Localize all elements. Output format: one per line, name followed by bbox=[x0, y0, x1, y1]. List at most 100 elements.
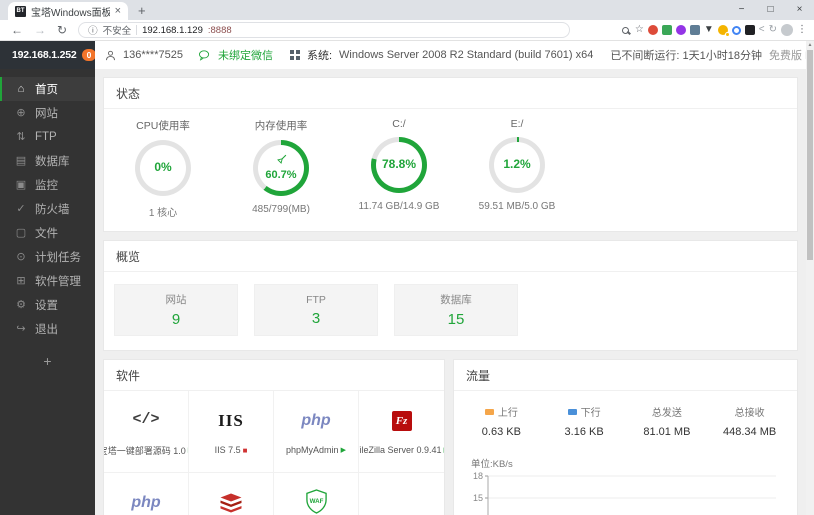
new-tab-button[interactable]: + bbox=[138, 4, 146, 17]
browser-window: BT 宝塔Windows面板 × + − □ × ← → ↻ ⓘ 不安全 192… bbox=[0, 0, 814, 515]
traffic-stat-总接收: 总接收 448.34 MB bbox=[708, 404, 791, 438]
sidebar-item-防火墙[interactable]: ✓ 防火墙 bbox=[0, 197, 95, 221]
server-selector[interactable]: 192.168.1.252 0 bbox=[0, 41, 97, 69]
profile-avatar[interactable] bbox=[781, 24, 793, 36]
overview-box-网站[interactable]: 网站 9 bbox=[114, 284, 238, 336]
gauge-percent: 78.8% bbox=[381, 157, 417, 172]
system-value: Windows Server 2008 R2 Standard (build 7… bbox=[339, 49, 594, 61]
traffic-stat-label: 总发送 bbox=[652, 404, 682, 419]
sidebar-item-label: FTP bbox=[35, 131, 57, 143]
overview-label: FTP bbox=[306, 293, 326, 306]
bt-panel: 192.168.1.252 0 ⌂ 首页 ⊕ 网站 ⇅ FTP ▤ 数据库 ▣ 监控 ✓ 防火墙 ▢ 文件… bbox=[0, 41, 814, 515]
software-item-IIS 7.5[interactable]: IIS IIS 7.5 ■ bbox=[189, 391, 274, 473]
toolbar-extensions: ☆ ▼ < ↻ ⋮ bbox=[621, 24, 814, 37]
software-item-phpMyAdmin[interactable]: php phpMyAdmin ▶ bbox=[274, 391, 359, 473]
stopped-square-icon: ■ bbox=[242, 445, 248, 455]
scrollbar-thumb[interactable] bbox=[807, 50, 813, 260]
traffic-stat-value: 448.34 MB bbox=[723, 426, 777, 438]
software-item-PHP-5.2[interactable]: phpPHP-5.2 ▶ bbox=[104, 473, 189, 515]
extension-purple-icon[interactable] bbox=[675, 25, 686, 35]
sidebar-item-label: 数据库 bbox=[35, 156, 70, 168]
extension-funnel-icon[interactable]: ▼ bbox=[704, 25, 714, 35]
url-port: :8888 bbox=[207, 24, 232, 36]
sidebar: 192.168.1.252 0 ⌂ 首页 ⊕ 网站 ⇅ FTP ▤ 数据库 ▣ 监控 ✓ 防火墙 ▢ 文件… bbox=[0, 41, 97, 515]
reload-icon[interactable]: ↻ bbox=[57, 24, 67, 36]
server-ip: 192.168.1.252 bbox=[12, 49, 77, 61]
sidebar-item-FTP[interactable]: ⇅ FTP bbox=[0, 125, 95, 149]
software-icon-zone: php bbox=[301, 408, 330, 434]
browser-tabstrip: BT 宝塔Windows面板 × + − □ × bbox=[0, 0, 814, 20]
software-icon-zone: </> bbox=[132, 407, 159, 433]
gauge-percent: 1.2% bbox=[503, 157, 531, 172]
extension-adblock-icon[interactable] bbox=[647, 25, 658, 35]
gauge-label: 内存使用率 bbox=[254, 120, 308, 132]
sidebar-item-网站[interactable]: ⊕ 网站 bbox=[0, 101, 95, 125]
sidebar-item-label: 设置 bbox=[35, 300, 58, 312]
legend-swatch bbox=[484, 408, 494, 415]
wechat-status[interactable]: 未绑定微信 bbox=[218, 47, 273, 63]
sidebar-item-label: 网站 bbox=[35, 108, 58, 120]
clean-broom-icon bbox=[276, 155, 286, 165]
sidebar-item-label: 软件管理 bbox=[35, 276, 81, 288]
scrollbar-up-icon[interactable]: ▲ bbox=[806, 41, 814, 49]
collapse-chevron-icon[interactable]: < bbox=[759, 25, 765, 35]
extension-orange-icon[interactable] bbox=[717, 25, 730, 37]
sync-icon[interactable]: ↻ bbox=[769, 25, 777, 35]
traffic-chart: 1815129630 bbox=[473, 471, 776, 515]
gauge-value: 0% bbox=[140, 145, 186, 191]
gauge-ring: 60.7% bbox=[253, 140, 309, 196]
overview-box-数据库[interactable]: 数据库 15 bbox=[394, 284, 518, 336]
sidebar-item-label: 计划任务 bbox=[35, 252, 81, 264]
sidebar-add-button[interactable]: + bbox=[0, 353, 95, 369]
sidebar-item-文件[interactable]: ▢ 文件 bbox=[0, 221, 95, 245]
tab-close-icon[interactable]: × bbox=[115, 5, 121, 17]
user-phone[interactable]: 136****7525 bbox=[123, 49, 183, 61]
svg-text:18: 18 bbox=[473, 472, 483, 481]
gauge-sub: 59.51 MB/5.0 GB bbox=[478, 201, 556, 212]
traffic-stat-总发送: 总发送 81.01 MB bbox=[626, 404, 709, 438]
traffic-stat-下行: 下行 3.16 KB bbox=[543, 404, 626, 438]
software-item-FileZilla Server 0.9.41[interactable]: Fz FileZilla Server 0.9.41 ▶ bbox=[359, 391, 444, 473]
extension-dark-icon[interactable] bbox=[744, 25, 755, 35]
browser-tab[interactable]: BT 宝塔Windows面板 × bbox=[8, 2, 128, 20]
code-icon: </> bbox=[132, 411, 160, 428]
info-icon[interactable]: ⓘ bbox=[88, 23, 98, 37]
sidebar-item-label: 监控 bbox=[35, 180, 58, 192]
close-button[interactable]: × bbox=[785, 0, 814, 19]
extension-orange-icon-badge bbox=[724, 32, 730, 37]
gauge-percent: 60.7% bbox=[265, 169, 297, 181]
logout-icon: ↪ bbox=[16, 322, 26, 335]
sidebar-item-设置[interactable]: ⚙ 设置 bbox=[0, 293, 95, 317]
gauge-sub: 1 核心 bbox=[148, 208, 178, 219]
sidebar-item-退出[interactable]: ↪ 退出 bbox=[0, 317, 95, 341]
maximize-button[interactable]: □ bbox=[756, 0, 785, 19]
menu-kebab-icon[interactable]: ⋮ bbox=[797, 25, 807, 35]
sidebar-item-计划任务[interactable]: ⊙ 计划任务 bbox=[0, 245, 95, 269]
sidebar-item-首页[interactable]: ⌂ 首页 bbox=[0, 77, 95, 101]
legend-swatch bbox=[567, 408, 577, 415]
extension-slate-icon[interactable] bbox=[689, 25, 700, 35]
overview-box-FTP[interactable]: FTP 3 bbox=[254, 284, 378, 336]
php-icon: php bbox=[301, 412, 331, 429]
extension-green-icon[interactable] bbox=[661, 25, 672, 35]
address-bar[interactable]: ⓘ 不安全 192.168.1.129:8888 bbox=[78, 22, 571, 38]
bookmark-star-icon[interactable]: ☆ bbox=[635, 25, 644, 35]
back-icon[interactable]: ← bbox=[11, 24, 23, 36]
extension-blue-ring-icon[interactable] bbox=[731, 25, 741, 35]
sidebar-item-软件管理[interactable]: ⊞ 软件管理 bbox=[0, 269, 95, 293]
forward-icon[interactable]: → bbox=[34, 24, 46, 36]
gauge-sub: 485/799(MB) bbox=[252, 204, 310, 215]
filezilla-icon: Fz bbox=[391, 411, 412, 431]
wechat-icon bbox=[198, 49, 210, 61]
monitor-icon: ▣ bbox=[15, 178, 27, 191]
minimize-button[interactable]: − bbox=[727, 0, 756, 19]
software-item-宝塔IIS防火墙 1.0[interactable]: WAF宝塔IIS防火墙 1.0 ▶ bbox=[274, 473, 359, 515]
chart-unit-label: 单位:KB/s bbox=[471, 459, 513, 470]
software-item-redis 1.0[interactable]: redis 1.0 ▶ bbox=[189, 473, 274, 515]
redis-icon bbox=[220, 493, 242, 512]
software-card: 软件 </> 宝塔一键部署源码 1.0 ▶ IIS IIS 7.5 ■ php phpMy… bbox=[103, 359, 445, 515]
sidebar-item-监控[interactable]: ▣ 监控 bbox=[0, 173, 95, 197]
sidebar-item-数据库[interactable]: ▤ 数据库 bbox=[0, 149, 95, 173]
software-item-宝塔一键部署源码 1.0[interactable]: </> 宝塔一键部署源码 1.0 ▶ bbox=[104, 391, 189, 473]
zoom-icon[interactable] bbox=[621, 26, 629, 34]
